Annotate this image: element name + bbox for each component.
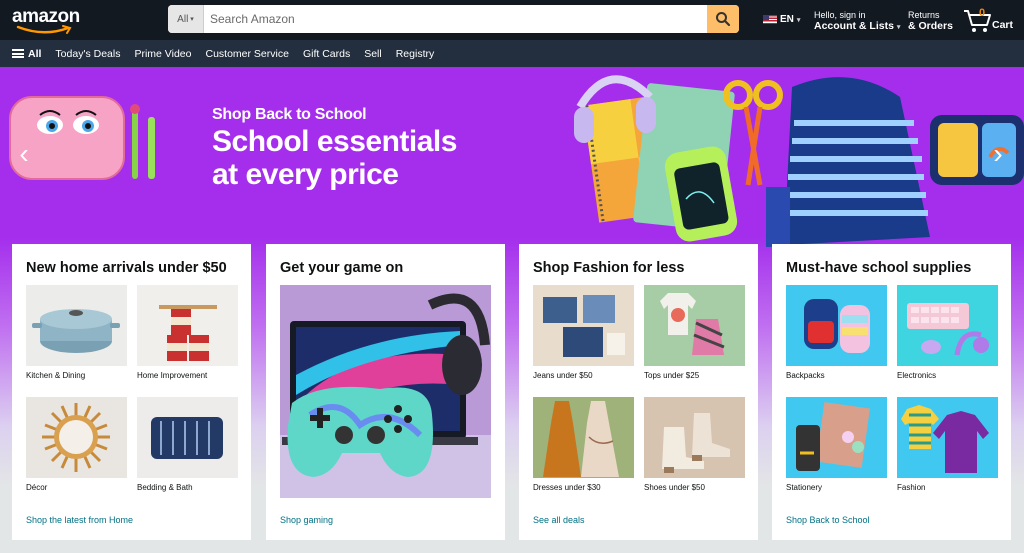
card-school-supplies: Must-have school supplies Backpacks Elec… (772, 244, 1011, 540)
tops-image (644, 285, 745, 366)
carousel-prev-button[interactable]: ‹ (16, 139, 32, 169)
logo-wordmark: amazon (12, 6, 80, 27)
tile-kitchen-dining[interactable]: Kitchen & Dining (26, 285, 127, 380)
tile-decor[interactable]: Décor (26, 397, 127, 492)
kids-fashion-image (897, 397, 998, 478)
nav-link-todays-deals[interactable]: Today's Deals (55, 48, 120, 60)
dutch-oven-image (26, 285, 127, 366)
tile-dresses[interactable]: Dresses under $30 (533, 397, 634, 492)
tile-stationery[interactable]: Stationery (786, 397, 887, 492)
tile-caption: Backpacks (786, 371, 825, 380)
language-selector[interactable]: EN ▾ (763, 14, 800, 25)
tile-shoes[interactable]: Shoes under $50 (644, 397, 745, 492)
backpacks-image (786, 285, 887, 366)
tile-caption: Jeans under $50 (533, 371, 593, 380)
tile-caption: Dresses under $30 (533, 483, 601, 492)
gaming-image[interactable] (280, 285, 491, 498)
language-label: EN (780, 14, 794, 25)
hero-title-line2: at every price (212, 158, 399, 191)
tile-caption: Electronics (897, 371, 937, 380)
chevron-down-icon: ▾ (190, 16, 194, 23)
account-lists-text: Account & Lists (814, 20, 894, 32)
dresses-image (533, 397, 634, 478)
account-menu[interactable]: Hello, sign in Account & Lists ▾ (814, 10, 900, 33)
card-link[interactable]: See all deals (533, 515, 585, 525)
school-supplies-image (574, 75, 1024, 247)
card-fashion: Shop Fashion for less Jeans under $50 To… (519, 244, 758, 540)
card-title: Must-have school supplies (786, 260, 972, 276)
carousel-next-button[interactable]: › (990, 139, 1006, 169)
card-link[interactable]: Shop the latest from Home (26, 515, 133, 525)
shoes-image (644, 397, 745, 478)
search-icon (716, 12, 731, 27)
tile-bedding-bath[interactable]: Bedding & Bath (137, 397, 238, 492)
hero-title: School essentials at every price (212, 125, 542, 191)
sunburst-mirror-image (26, 397, 127, 478)
card-link[interactable]: Shop gaming (280, 515, 333, 525)
electronics-image (897, 285, 998, 366)
returns-orders-link[interactable]: Returns & Orders (908, 10, 953, 32)
tile-caption: Shoes under $50 (644, 483, 705, 492)
paint-cans-image (137, 285, 238, 366)
cart-button[interactable]: 0 Cart (963, 6, 1019, 34)
search-input[interactable] (204, 5, 707, 33)
chevron-right-icon: › (993, 138, 1003, 169)
tile-home-improvement[interactable]: Home Improvement (137, 285, 238, 380)
orders-label: & Orders (908, 20, 953, 32)
all-menu-button[interactable]: All (12, 48, 41, 60)
card-title: New home arrivals under $50 (26, 260, 227, 276)
card-title: Shop Fashion for less (533, 260, 685, 276)
tile-caption: Décor (26, 483, 48, 492)
tile-backpacks[interactable]: Backpacks (786, 285, 887, 380)
us-flag-icon (763, 15, 777, 24)
tile-caption: Fashion (897, 483, 926, 492)
search-button[interactable] (707, 5, 739, 33)
tile-tops[interactable]: Tops under $25 (644, 285, 745, 380)
amazon-smile-icon (16, 25, 72, 34)
amazon-logo[interactable]: amazon (12, 6, 82, 34)
stationery-image (786, 397, 887, 478)
search-bar: All ▾ (168, 5, 739, 33)
tile-jeans[interactable]: Jeans under $50 (533, 285, 634, 380)
tile-fashion[interactable]: Fashion (897, 397, 998, 492)
nav-link-registry[interactable]: Registry (396, 48, 435, 60)
cart-count: 0 (979, 7, 986, 19)
tile-electronics[interactable]: Electronics (897, 285, 998, 380)
card-home-arrivals: New home arrivals under $50 Kitchen & Di… (12, 244, 251, 540)
tile-caption: Home Improvement (137, 371, 208, 380)
card-link[interactable]: Shop Back to School (786, 515, 870, 525)
all-menu-label: All (28, 47, 42, 60)
cart-label: Cart (992, 19, 1014, 31)
chevron-down-icon: ▾ (896, 24, 901, 31)
card-gaming: Get your game on Shop gaming (266, 244, 505, 540)
nav-link-customer-service[interactable]: Customer Service (205, 48, 288, 60)
tile-caption: Stationery (786, 483, 823, 492)
hero-kicker: Shop Back to School (212, 106, 367, 123)
search-category-label: All (177, 13, 189, 25)
top-nav: amazon All ▾ EN ▾ Hello, sign in Account… (0, 0, 1024, 40)
search-category-dropdown[interactable]: All ▾ (168, 5, 204, 33)
tile-caption: Tops under $25 (644, 371, 700, 380)
tile-caption: Kitchen & Dining (26, 371, 86, 380)
chevron-down-icon: ▾ (796, 16, 801, 24)
hero-title-line1: School essentials (212, 125, 457, 158)
pillow-image (137, 397, 238, 478)
hamburger-icon (12, 49, 24, 58)
card-title: Get your game on (280, 260, 404, 276)
secondary-nav: All Today's Deals Prime Video Customer S… (0, 40, 1024, 67)
nav-link-prime-video[interactable]: Prime Video (134, 48, 191, 60)
jeans-image (533, 285, 634, 366)
nav-link-gift-cards[interactable]: Gift Cards (303, 48, 350, 60)
tile-caption: Bedding & Bath (137, 483, 193, 492)
nav-link-sell[interactable]: Sell (364, 48, 382, 60)
account-lists-label: Account & Lists ▾ (814, 21, 900, 33)
chevron-left-icon: ‹ (19, 138, 29, 169)
